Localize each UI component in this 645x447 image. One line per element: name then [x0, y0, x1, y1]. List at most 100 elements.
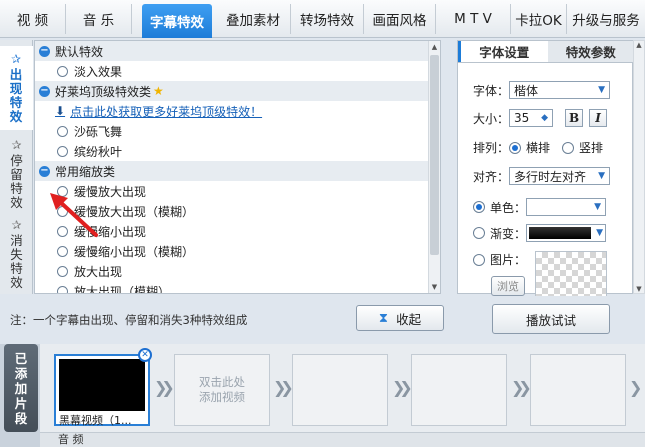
tab-label-char: 消 — [10, 233, 23, 248]
group-default-effects[interactable]: − 默认特效 — [35, 41, 430, 61]
mono-color-select[interactable]: ▼ — [526, 198, 607, 216]
item-label: 放大出现（模糊） — [74, 284, 171, 294]
font-select[interactable]: 楷体 ▼ — [509, 81, 611, 99]
tab-label-char: 失 — [10, 247, 23, 262]
font-row: 字体： 楷体 ▼ — [473, 81, 611, 99]
collapse-icon[interactable]: − — [39, 85, 50, 97]
scroll-up-icon[interactable]: ▲ — [634, 41, 644, 49]
tab-effect-params[interactable]: 特效参数 — [548, 41, 635, 62]
group-hollywood-effects[interactable]: − 好莱坞顶级特效类 ★ — [35, 81, 430, 101]
scroll-down-icon[interactable]: ▼ — [634, 285, 644, 293]
size-row: 大小： 35 ◆ B I — [473, 109, 608, 127]
chevron-down-icon: ▼ — [598, 171, 606, 181]
get-more-effects-link[interactable]: ⬇ 点击此处获取更多好莱坞顶级特效！ — [35, 101, 430, 121]
scroll-up-icon[interactable]: ▲ — [429, 41, 440, 53]
clip-slot-empty[interactable] — [292, 354, 388, 426]
list-item[interactable]: 淡入效果 — [35, 61, 430, 81]
tab-style[interactable]: 画面风格 — [364, 4, 436, 34]
group-title: 默认特效 — [55, 44, 104, 59]
collapse-button[interactable]: ⧗ 收起 — [356, 305, 444, 331]
tab-stay-effects[interactable]: ✰ 停 留 特 效 — [0, 132, 33, 214]
align-label: 对齐： — [473, 169, 510, 184]
radio-button[interactable] — [57, 245, 68, 257]
tab-karaoke[interactable]: 卡拉OK — [511, 4, 567, 34]
label-char: 加 — [14, 380, 28, 396]
effects-note: 注：一个字幕由出现、停留和消失3种特效组成 — [10, 313, 248, 327]
tab-label-char: 效 — [9, 109, 23, 124]
size-spinner[interactable]: 35 ◆ — [509, 109, 554, 127]
list-item[interactable]: 放大出现 — [35, 261, 430, 281]
list-scrollbar[interactable]: ▲ ▼ — [428, 41, 440, 293]
gradient-label: 渐变： — [490, 226, 527, 241]
clip-thumbnail — [59, 359, 145, 411]
radio-vertical[interactable] — [562, 141, 575, 154]
preview-button[interactable]: 播放试试 — [492, 304, 610, 334]
radio-button[interactable] — [57, 125, 68, 137]
image-controls: 图片： 浏览 — [490, 251, 526, 296]
remove-clip-icon[interactable]: ✕ — [138, 348, 152, 362]
settings-panel: 字体设置 特效参数 字体： 楷体 ▼ 大小： 35 ◆ B I 排列： 横排 竖… — [457, 40, 634, 305]
radio-button[interactable] — [57, 145, 68, 157]
radio-button[interactable] — [57, 65, 68, 77]
scroll-thumb[interactable] — [430, 55, 439, 255]
effect-phase-tabs: ✰ 出 现 特 效 ✰ 停 留 特 效 ✰ 消 失 特 效 — [0, 40, 33, 294]
list-item[interactable]: 沙砾飞舞 — [35, 121, 430, 141]
tab-transition[interactable]: 转场特效 — [291, 4, 364, 34]
audio-track: 音 频 — [40, 432, 645, 447]
tab-label-char: 效 — [10, 275, 23, 290]
radio-horizontal[interactable] — [509, 141, 522, 154]
align-select[interactable]: 多行时左对齐 ▼ — [509, 167, 611, 185]
settings-scrollbar[interactable]: ▲ ▼ — [633, 40, 645, 294]
tab-font-settings[interactable]: 字体设置 — [458, 41, 548, 62]
clip-slot-empty[interactable] — [530, 354, 626, 426]
clip-slot-empty[interactable] — [411, 354, 507, 426]
clip-name: 黑幕视频（1... — [59, 414, 132, 427]
align-row: 对齐： 多行时左对齐 ▼ — [473, 167, 611, 185]
star-icon: ✰ — [10, 52, 22, 66]
collapse-icon[interactable]: − — [39, 165, 50, 177]
tab-label-char: 现 — [9, 81, 23, 96]
list-item[interactable]: 缓慢缩小出现（模糊） — [35, 241, 430, 261]
group-zoom-effects[interactable]: − 常用缩放类 — [35, 161, 430, 181]
tab-appear-effects[interactable]: ✰ 出 现 特 效 — [0, 46, 33, 130]
tab-mtv[interactable]: M T V — [436, 4, 511, 34]
tab-label-char: 停 — [10, 153, 23, 168]
chevron-down-icon: ▼ — [594, 202, 602, 212]
item-label: 沙砾飞舞 — [74, 124, 123, 139]
tab-upgrade[interactable]: 升级与服务 — [567, 4, 645, 34]
radio-gradient[interactable] — [473, 227, 485, 239]
browse-button[interactable]: 浏览 — [491, 276, 525, 296]
list-item[interactable]: 放大出现（模糊） — [35, 281, 430, 294]
item-label: 缓慢缩小出现（模糊） — [74, 244, 195, 259]
radio-button[interactable] — [57, 265, 68, 277]
tab-label-char: 特 — [9, 95, 23, 110]
hourglass-icon: ⧗ — [378, 310, 389, 326]
label-char: 已 — [14, 350, 28, 366]
tab-subtitle-effects[interactable]: 字幕特效 — [142, 4, 212, 38]
scroll-down-icon[interactable]: ▼ — [429, 281, 440, 293]
italic-button[interactable]: I — [589, 109, 608, 127]
collapse-icon[interactable]: − — [39, 45, 50, 57]
list-item[interactable]: 缤纷秋叶 — [35, 141, 430, 161]
align-value: 多行时左对齐 — [514, 169, 587, 184]
tab-label-char: 效 — [10, 195, 23, 210]
download-icon: ⬇ — [55, 104, 66, 118]
item-label: 放大出现 — [74, 264, 123, 279]
chevron-right-icon: ❯❯ — [511, 378, 532, 397]
clip-slot-empty[interactable]: 双击此处 添加视频 — [174, 354, 270, 426]
main-tab-bar: 视 频 音 乐 字幕特效 叠加素材 转场特效 画面风格 M T V 卡拉OK 升… — [0, 0, 645, 38]
clip-black-video[interactable]: 黑幕视频（1... — [54, 354, 150, 427]
tab-disappear-effects[interactable]: ✰ 消 失 特 效 — [0, 212, 33, 294]
label-char: 片 — [14, 395, 28, 411]
chevron-right-icon: ❯❯ — [273, 378, 294, 397]
chevron-down-icon: ▼ — [598, 85, 606, 95]
radio-button[interactable] — [57, 285, 68, 293]
tab-overlay[interactable]: 叠加素材 — [216, 4, 291, 34]
radio-mono-color[interactable] — [473, 201, 485, 213]
bold-button[interactable]: B — [565, 109, 584, 127]
radio-image[interactable] — [473, 254, 485, 266]
settings-tabs: 字体设置 特效参数 — [458, 41, 634, 63]
tab-music[interactable]: 音 乐 — [66, 4, 132, 34]
gradient-select[interactable]: ▼ — [526, 224, 607, 242]
tab-video[interactable]: 视 频 — [0, 4, 66, 34]
